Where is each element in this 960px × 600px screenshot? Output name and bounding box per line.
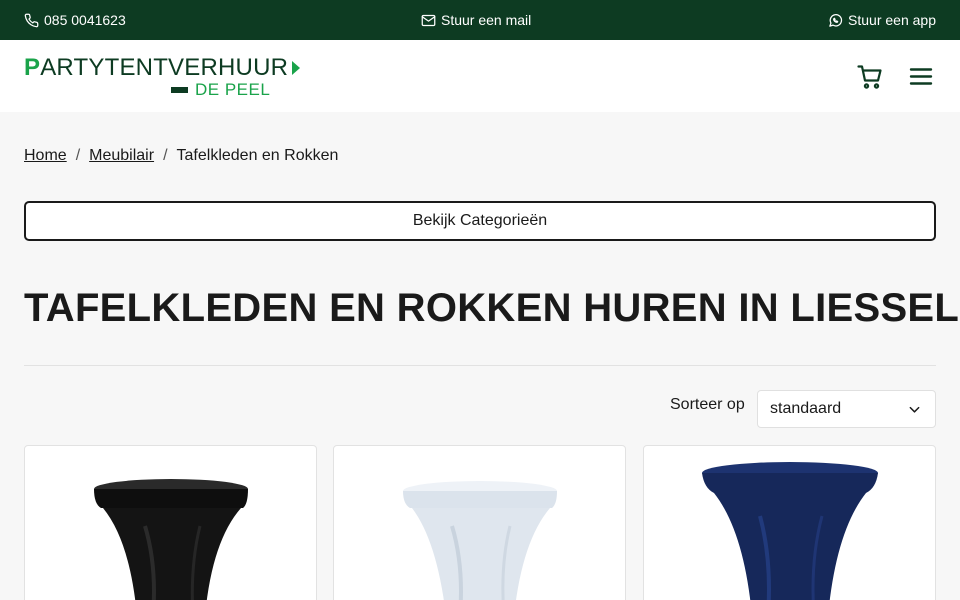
- sort-select[interactable]: standaard: [757, 390, 936, 428]
- whatsapp-link[interactable]: Stuur een app: [828, 0, 936, 40]
- mail-icon: [421, 14, 436, 26]
- logo-wordmark: P ARTYTENTVERHUUR: [24, 54, 301, 82]
- sort-select-value: standaard: [770, 400, 842, 417]
- site-header: P ARTYTENTVERHUUR DE PEEL: [0, 40, 960, 112]
- product-card[interactable]: [24, 445, 317, 600]
- breadcrumb: Home / Meubilair / Tafelkleden en Rokken: [24, 147, 338, 165]
- view-categories-button[interactable]: Bekijk Categorieën: [24, 201, 936, 241]
- table-skirt-darkblue-image: [702, 462, 878, 600]
- chevron-down-icon: [909, 406, 920, 413]
- menu-icon[interactable]: [909, 64, 933, 90]
- whatsapp-icon: [829, 13, 843, 27]
- logo-flag-icon: [292, 61, 301, 75]
- phone-icon: [24, 13, 39, 27]
- breadcrumb-separator: /: [163, 147, 168, 164]
- product-card[interactable]: [643, 445, 936, 600]
- logo-subline: DE PEEL: [171, 80, 270, 100]
- logo-wordmark-rest: ARTYTENTVERHUUR: [40, 54, 289, 81]
- breadcrumb-separator: /: [75, 147, 81, 164]
- breadcrumb-meubilair[interactable]: Meubilair: [89, 147, 154, 165]
- mail-label: Stuur een mail: [441, 12, 532, 28]
- table-skirt-white-image: [403, 481, 557, 600]
- page-title: TAFELKLEDEN EN ROKKEN HUREN IN LIESSEL: [24, 286, 960, 330]
- divider: [24, 365, 936, 366]
- top-bar: 085 0041623 Stuur een mail Stuur een app: [0, 0, 960, 40]
- product-card[interactable]: [333, 445, 626, 600]
- cart-icon[interactable]: [857, 64, 883, 90]
- phone-number: 085 0041623: [44, 12, 126, 28]
- sort-label: Sorteer op: [670, 396, 745, 413]
- logo-bar-icon: [171, 87, 188, 93]
- table-skirt-black-image: [94, 479, 248, 600]
- breadcrumb-current: Tafelkleden en Rokken: [176, 147, 339, 164]
- breadcrumb-home[interactable]: Home: [24, 147, 67, 165]
- logo[interactable]: P ARTYTENTVERHUUR DE PEEL: [24, 54, 301, 100]
- whatsapp-label: Stuur een app: [848, 12, 936, 28]
- logo-subtitle: DE PEEL: [195, 80, 271, 99]
- logo-initial: P: [24, 54, 41, 81]
- mail-link[interactable]: Stuur een mail: [421, 0, 531, 40]
- phone-link[interactable]: 085 0041623: [24, 0, 126, 40]
